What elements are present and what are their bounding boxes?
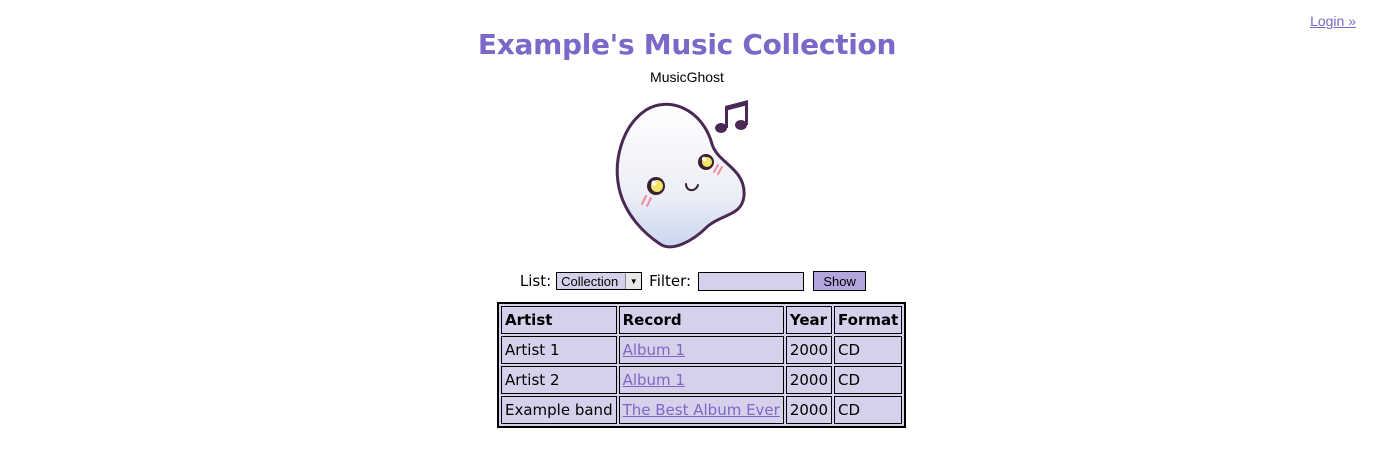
list-select[interactable]: Collection ▼ (556, 272, 643, 290)
record-link[interactable]: Album 1 (623, 341, 685, 359)
format-cell: CD (834, 336, 903, 364)
login-link[interactable]: Login » (1310, 13, 1356, 29)
column-header-format: Format (834, 306, 903, 334)
site-subtitle: MusicGhost (650, 69, 724, 85)
show-button[interactable]: Show (813, 271, 867, 291)
record-cell: Album 1 (618, 336, 784, 364)
list-selected-value: Collection (561, 273, 619, 289)
list-filter-controls: List: Collection ▼ Filter: Show (0, 271, 1374, 291)
records-table: Artist Record Year Format Artist 1 Album… (497, 302, 907, 428)
list-label: List: (519, 272, 552, 290)
format-cell: CD (834, 366, 903, 394)
chevron-down-icon[interactable]: ▼ (625, 273, 642, 289)
table-row: Example band The Best Album Ever 2000 CD (501, 396, 903, 424)
record-link[interactable]: Album 1 (623, 371, 685, 389)
year-cell: 2000 (785, 396, 833, 424)
artist-cell: Artist 2 (501, 366, 617, 394)
artist-cell: Example band (501, 396, 617, 424)
column-header-record: Record (618, 306, 784, 334)
filter-input[interactable] (698, 271, 805, 291)
year-cell: 2000 (785, 366, 833, 394)
table-row: Artist 1 Album 1 2000 CD (501, 336, 903, 364)
music-note-icon (715, 100, 748, 133)
column-header-artist: Artist (501, 306, 617, 334)
format-cell: CD (834, 396, 903, 424)
page-title: Example's Music Collection (477, 28, 897, 61)
table-row: Artist 2 Album 1 2000 CD (501, 366, 903, 394)
record-link[interactable]: The Best Album Ever (623, 401, 780, 419)
column-header-year: Year (785, 306, 833, 334)
year-cell: 2000 (785, 336, 833, 364)
table-header-row: Artist Record Year Format (501, 306, 903, 334)
filter-label: Filter: (649, 272, 692, 290)
artist-cell: Artist 1 (501, 336, 617, 364)
record-cell: The Best Album Ever (618, 396, 784, 424)
record-cell: Album 1 (618, 366, 784, 394)
music-ghost-mascot-icon (615, 100, 748, 249)
